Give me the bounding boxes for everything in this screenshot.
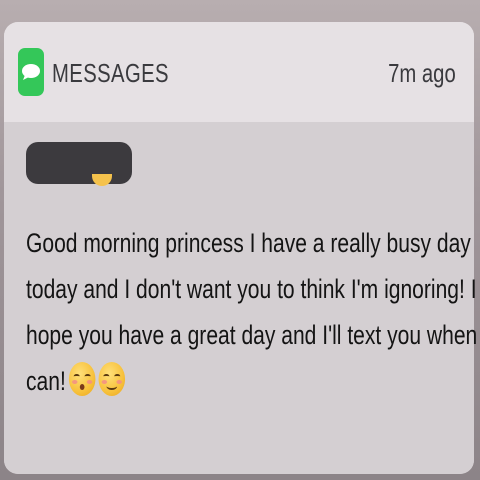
message-line: Good morning princess I have a really bu… — [26, 228, 471, 258]
message-line-last: can! — [26, 358, 463, 404]
notification-body: Good morning princess I have a really bu… — [4, 122, 480, 474]
smiling-face-emoji-icon — [98, 362, 126, 396]
redacted-sender-name — [26, 142, 132, 184]
kissing-face-emoji-icon — [68, 362, 96, 396]
message-line: today and I don't want you to think I'm … — [26, 274, 477, 304]
sender-emoji-partial — [92, 174, 112, 186]
message-notification[interactable]: MESSAGES 7m ago Good morning princess I … — [4, 22, 480, 474]
app-name: MESSAGES — [52, 58, 169, 88]
message-line: hope you have a great day and I'll text … — [26, 320, 480, 350]
notification-time: 7m ago — [388, 58, 456, 88]
message-text: Good morning princess I have a really bu… — [26, 220, 480, 404]
message-line-text: can! — [26, 366, 66, 396]
messages-app-icon — [18, 48, 44, 96]
notification-header: MESSAGES 7m ago — [4, 22, 474, 122]
